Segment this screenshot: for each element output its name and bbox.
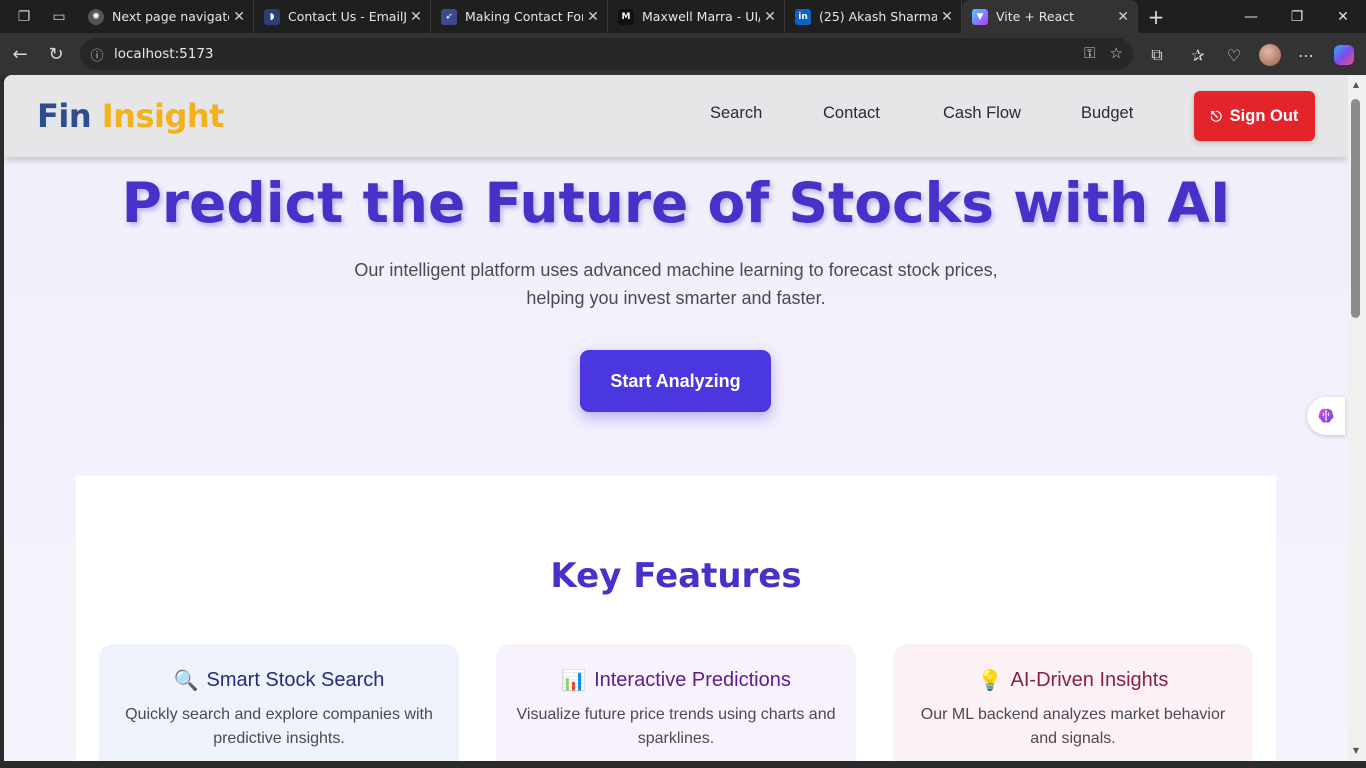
restore-icon[interactable]: ❐: [1274, 0, 1320, 33]
hero-title: Predict the Future of Stocks with AI: [121, 171, 1231, 235]
nav-link-budget[interactable]: Budget: [1081, 104, 1133, 123]
feature-title-text: Smart Stock Search: [206, 669, 385, 691]
extensions-icon[interactable]: ⧉: [1143, 41, 1171, 69]
feature-title-text: AI-Driven Insights: [1010, 669, 1169, 691]
favorite-star-icon[interactable]: ☆: [1110, 44, 1123, 62]
tab-title: Vite + React: [996, 9, 1075, 24]
close-icon[interactable]: ✕: [406, 9, 426, 25]
feature-card-title: 🔍 Smart Stock Search: [99, 668, 459, 693]
tab-title: (25) Akash Sharma | Li: [819, 9, 937, 24]
openai-icon: ✺: [88, 8, 104, 25]
emailjs-icon: ◗: [264, 8, 280, 25]
sign-out-icon: ⎋: [1210, 107, 1222, 124]
scroll-up-arrow[interactable]: ▲: [1351, 80, 1361, 90]
nav-link-contact[interactable]: Contact: [823, 104, 880, 123]
bar-chart-icon: 📊: [561, 670, 587, 692]
more-options-icon[interactable]: ⋯: [1292, 41, 1320, 69]
minimize-icon[interactable]: —: [1228, 0, 1274, 33]
browser-essentials-icon[interactable]: ♡: [1220, 41, 1248, 69]
close-icon[interactable]: ✕: [1113, 9, 1133, 25]
bird-icon: ➶: [441, 8, 457, 25]
vite-icon: ▼: [972, 8, 988, 25]
tab-title: Making Contact Form: [465, 9, 583, 24]
feature-title-text: Interactive Predictions: [594, 669, 791, 691]
tab-title: Contact Us - EmailJS: [288, 9, 406, 24]
sign-out-button[interactable]: ⎋ Sign Out: [1194, 91, 1315, 141]
browser-tab-bar: ❐ ▭ ✺ Next page navigator o ✕ ◗ Contact …: [0, 0, 1366, 33]
features-section: Key Features 🔍 Smart Stock Search Quickl…: [76, 476, 1276, 761]
ai-assistant-button[interactable]: [1307, 397, 1345, 435]
site-navbar: Fin Insight Search Contact Cash Flow Bud…: [4, 75, 1348, 157]
close-icon[interactable]: ✕: [937, 9, 957, 25]
scroll-down-arrow[interactable]: ▼: [1351, 746, 1361, 756]
close-window-icon[interactable]: ✕: [1320, 0, 1366, 33]
workspaces-icon[interactable]: ❐: [11, 4, 37, 30]
lightbulb-icon: 💡: [977, 670, 1003, 692]
close-icon[interactable]: ✕: [760, 9, 780, 25]
feature-card-ai-insights: 💡 AI-Driven Insights Our ML backend anal…: [893, 644, 1253, 761]
address-bar[interactable]: ⓘ localhost:5173 ⚿ ☆: [80, 38, 1133, 70]
features-title: Key Features: [550, 556, 802, 596]
tab-title: Maxwell Marra - UI/U: [642, 9, 760, 24]
browser-tab[interactable]: ✺ Next page navigator o ✕: [78, 0, 254, 33]
feature-card-smart-search: 🔍 Smart Stock Search Quickly search and …: [99, 644, 459, 761]
feature-card-desc: Visualize future price trends using char…: [516, 706, 836, 747]
site-logo[interactable]: Fin Insight: [37, 97, 224, 135]
browser-tab[interactable]: ◗ Contact Us - EmailJS ✕: [254, 0, 431, 33]
new-tab-button[interactable]: +: [1138, 5, 1174, 29]
medium-icon: M: [618, 8, 634, 25]
info-icon[interactable]: ⓘ: [80, 45, 114, 64]
browser-tab-active[interactable]: ▼ Vite + React ✕: [962, 0, 1138, 33]
back-icon[interactable]: ←: [2, 36, 38, 72]
close-icon[interactable]: ✕: [229, 9, 249, 25]
start-analyzing-button[interactable]: Start Analyzing: [580, 350, 771, 412]
profile-avatar[interactable]: [1256, 41, 1284, 69]
refresh-icon[interactable]: ↻: [38, 36, 74, 72]
browser-tab[interactable]: ➶ Making Contact Form ✕: [431, 0, 608, 33]
logo-fin: Fin: [37, 97, 92, 135]
browser-tab[interactable]: in (25) Akash Sharma | Li ✕: [785, 0, 962, 33]
hero-subtitle: Our intelligent platform uses advanced m…: [354, 260, 998, 308]
scrollbar-thumb[interactable]: [1351, 99, 1360, 318]
linkedin-icon: in: [795, 8, 811, 25]
favorites-icon[interactable]: ✰: [1184, 41, 1212, 69]
key-icon[interactable]: ⚿: [1084, 44, 1095, 62]
url-text: localhost:5173: [114, 46, 214, 62]
magnifier-icon: 🔍: [173, 670, 199, 692]
close-icon[interactable]: ✕: [583, 9, 603, 25]
taskbar-edge: [0, 761, 1366, 768]
nav-link-cash-flow[interactable]: Cash Flow: [943, 104, 1021, 123]
feature-card-predictions: 📊 Interactive Predictions Visualize futu…: [496, 644, 856, 761]
copilot-icon[interactable]: [1330, 41, 1358, 69]
tab-title: Next page navigator o: [112, 9, 229, 24]
feature-card-title: 💡 AI-Driven Insights: [893, 668, 1253, 693]
feature-card-desc: Quickly search and explore companies wit…: [125, 706, 433, 747]
sign-out-label: Sign Out: [1229, 106, 1299, 125]
feature-card-title: 📊 Interactive Predictions: [496, 668, 856, 693]
logo-insight: Insight: [101, 97, 225, 135]
page-viewport: Fin Insight Search Contact Cash Flow Bud…: [4, 75, 1348, 761]
feature-card-desc: Our ML backend analyzes market behavior …: [920, 706, 1226, 747]
nav-link-search[interactable]: Search: [710, 104, 762, 123]
tab-actions-icon[interactable]: ▭: [46, 4, 72, 30]
brain-icon: [1318, 408, 1334, 423]
browser-tab[interactable]: M Maxwell Marra - UI/U ✕: [608, 0, 785, 33]
